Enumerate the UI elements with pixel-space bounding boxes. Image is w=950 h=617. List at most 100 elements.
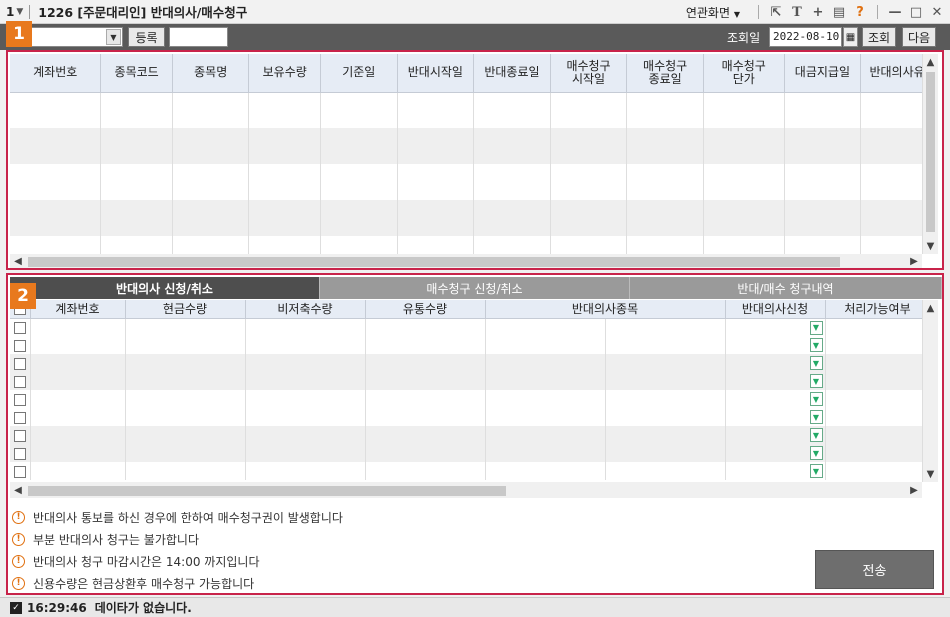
table-cell[interactable] [397,200,475,236]
table-cell[interactable] [626,92,704,128]
table-cell[interactable]: ▼ [725,336,826,354]
table-cell[interactable] [245,372,366,390]
table-cell[interactable] [485,462,606,480]
table-cell[interactable]: ▼ [725,426,826,444]
holdings-column-header[interactable]: 반대의사유무 [860,54,922,93]
table-cell[interactable] [605,462,726,480]
table-cell[interactable] [125,462,246,480]
table-cell[interactable] [30,408,126,426]
table-cell[interactable] [605,372,726,390]
table-cell[interactable] [30,390,126,408]
table-cell[interactable] [10,236,102,254]
table-cell[interactable] [473,236,551,254]
table-cell[interactable] [605,426,726,444]
table-cell[interactable] [703,92,785,128]
row-checkbox[interactable] [13,447,26,460]
table-cell[interactable]: ▼ [725,354,826,372]
table-cell[interactable] [365,372,486,390]
table-cell[interactable] [703,236,785,254]
send-button[interactable]: 전송 [815,550,934,589]
minimize-icon[interactable]: — [888,5,902,20]
table-cell[interactable] [365,426,486,444]
table-cell[interactable] [125,318,246,336]
font-size-icon[interactable]: T [790,5,804,20]
table-cell[interactable] [248,128,321,164]
holdings-column-header[interactable]: 반대종료일 [473,54,551,93]
table-cell[interactable] [10,426,31,444]
table-cell[interactable] [125,426,246,444]
table-cell[interactable] [10,462,31,480]
table-cell[interactable] [825,444,922,462]
table-cell[interactable] [550,92,628,128]
scroll-up-icon[interactable]: ▲ [923,300,938,316]
table-cell[interactable] [365,354,486,372]
maximize-icon[interactable]: □ [909,5,923,20]
table-cell[interactable] [10,390,31,408]
chevron-down-icon[interactable]: ▼ [809,374,823,388]
chevron-down-icon[interactable]: ▼ [106,29,121,45]
chevron-down-icon[interactable]: ▼ [809,464,823,478]
table-cell[interactable] [825,372,922,390]
screen-link-icon[interactable]: ⇱ [769,5,783,20]
table-cell[interactable] [125,408,246,426]
table-cell[interactable] [10,200,102,236]
calendar-icon[interactable]: ▦ [843,27,858,47]
table-row[interactable] [10,200,922,236]
table-cell[interactable]: ▼ [725,408,826,426]
table-cell[interactable] [248,92,321,128]
table-cell[interactable] [784,236,862,254]
table-cell[interactable] [10,372,31,390]
table-cell[interactable] [605,444,726,462]
table-row[interactable]: ▼ [10,408,922,426]
table-cell[interactable] [703,200,785,236]
table-cell[interactable] [397,164,475,200]
table-cell[interactable] [550,128,628,164]
account-combo[interactable]: ▼ [30,27,123,47]
table-cell[interactable] [172,236,250,254]
code-input[interactable] [169,27,228,47]
date-input[interactable]: 2022-08-10 [769,27,842,47]
screen-number[interactable]: 1 [6,5,14,19]
table-cell[interactable] [125,354,246,372]
table-cell[interactable] [245,408,366,426]
table-cell[interactable] [473,164,551,200]
table-cell[interactable] [125,336,246,354]
table-cell[interactable] [550,164,628,200]
chevron-down-icon[interactable]: ▼ [809,356,823,370]
table-cell[interactable] [473,128,551,164]
query-button[interactable]: 조회 [862,27,896,47]
table-cell[interactable] [365,390,486,408]
table-row[interactable]: ▼ [10,462,922,480]
chevron-down-icon[interactable]: ▼ [809,338,823,352]
add-icon[interactable]: + [811,5,825,20]
table-cell[interactable] [172,200,250,236]
table-cell[interactable] [473,92,551,128]
table-cell[interactable] [365,408,486,426]
scroll-thumb[interactable] [926,72,935,232]
holdings-column-header[interactable]: 대금지급일 [784,54,862,93]
holdings-column-header[interactable]: 계좌번호 [10,54,102,93]
table-cell[interactable] [605,390,726,408]
scroll-left-icon[interactable]: ◀ [10,482,26,498]
table-row[interactable] [10,128,922,164]
table-cell[interactable] [485,372,606,390]
table-cell[interactable] [825,390,922,408]
scroll-down-icon[interactable]: ▼ [923,466,938,482]
table-cell[interactable] [626,236,704,254]
table-cell[interactable] [605,336,726,354]
table-cell[interactable] [485,426,606,444]
table-row[interactable]: ▼ [10,444,922,462]
table-cell[interactable] [10,444,31,462]
scroll-right-icon[interactable]: ▶ [906,482,922,498]
table-cell[interactable] [626,164,704,200]
table-cell[interactable] [125,372,246,390]
table-cell[interactable] [248,200,321,236]
table-cell[interactable] [397,92,475,128]
table-cell[interactable] [485,408,606,426]
table-cell[interactable] [703,128,785,164]
table-cell[interactable] [10,408,31,426]
table-cell[interactable] [320,236,398,254]
row-checkbox[interactable] [13,411,26,424]
table-cell[interactable] [365,444,486,462]
table-cell[interactable] [784,92,862,128]
